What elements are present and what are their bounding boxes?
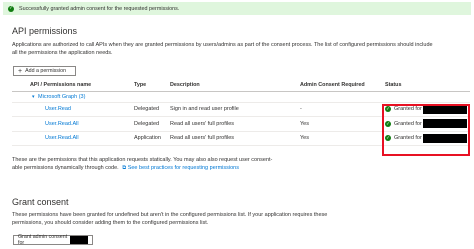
permission-description: Sign in and read user profile — [170, 102, 300, 117]
grant-consent-title: Grant consent — [12, 197, 69, 207]
description-line-2: all the permissions the application need… — [12, 50, 113, 56]
description-line-1: Applications are authorized to call APIs… — [12, 42, 433, 48]
api-permissions-title: API permissions — [12, 26, 78, 36]
permission-type: Delegated — [134, 102, 170, 117]
best-practices-link[interactable]: See best practices for requesting permis… — [128, 165, 239, 171]
add-permission-button[interactable]: + Add a permission — [13, 66, 76, 76]
header-description[interactable]: Description — [170, 80, 300, 92]
admin-consent-value: Yes — [300, 116, 385, 132]
best-practices-link-icon[interactable]: ⧉ — [122, 165, 126, 171]
table-header-row: API / Permissions name Type Description … — [12, 80, 470, 92]
permission-description: Read all users' full profiles — [170, 116, 300, 132]
admin-consent-value: Yes — [300, 131, 385, 146]
grant-button-label: Grant admin consent for — [18, 234, 68, 246]
grant-admin-consent-button[interactable]: Grant admin consent for — [13, 234, 93, 246]
permission-type: Application — [134, 131, 170, 146]
header-admin-consent[interactable]: Admin Consent Required — [300, 80, 385, 92]
grant-consent-description: These permissions have been granted for … — [12, 211, 327, 227]
permission-type: Delegated — [134, 116, 170, 132]
check-circle-icon: ✓ — [8, 5, 14, 12]
api-permissions-description: Applications are authorized to call APIs… — [12, 41, 433, 57]
group-label[interactable]: Microsoft Graph (3) — [38, 94, 85, 100]
header-type[interactable]: Type — [134, 80, 170, 92]
banner-text: Successfully granted admin consent for t… — [19, 5, 180, 12]
note-line-2: able permissions dynamically through cod… — [12, 164, 272, 172]
success-banner: ✓ Successfully granted admin consent for… — [3, 2, 471, 15]
permission-name-link[interactable]: User.Read — [45, 106, 71, 112]
group-row-microsoft-graph[interactable]: ▾ Microsoft Graph (3) — [12, 91, 470, 103]
permission-description: Read all users' full profiles — [170, 131, 300, 146]
grant-line-2: permissions, you should consider adding … — [12, 220, 209, 226]
admin-consent-value: - — [300, 102, 385, 117]
note-line-2-text: able permissions dynamically through cod… — [12, 165, 119, 171]
header-name[interactable]: API / Permissions name — [12, 80, 134, 92]
add-permission-label: Add a permission — [25, 68, 67, 74]
chevron-down-icon[interactable]: ▾ — [32, 94, 35, 100]
redaction-block — [70, 236, 88, 244]
header-status[interactable]: Status — [385, 80, 470, 92]
status-highlight-box — [382, 104, 470, 156]
static-permissions-note: These are the permissions that this appl… — [12, 156, 272, 172]
grant-line-1: These permissions have been granted for … — [12, 212, 328, 218]
plus-icon: + — [18, 67, 23, 75]
permission-name-link[interactable]: User.Read.All — [45, 135, 79, 141]
permission-name-link[interactable]: User.Read.All — [45, 121, 79, 127]
note-line-1: These are the permissions that this appl… — [12, 157, 273, 163]
